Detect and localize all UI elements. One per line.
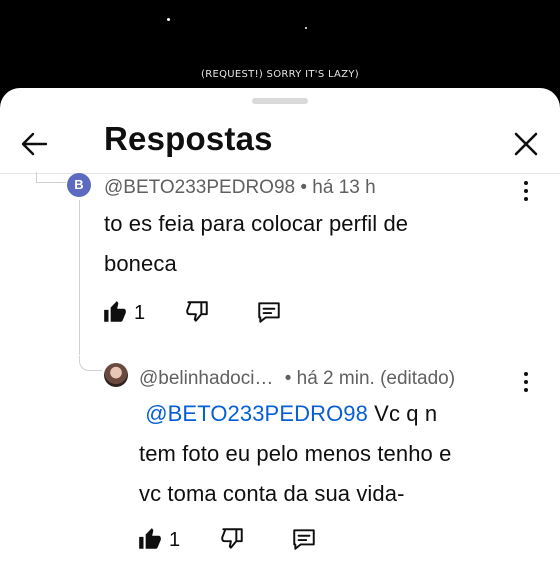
comment-text: @BETO233PEDRO98 Vc q n tem foto eu pelo … (139, 394, 539, 514)
comment-text: to es feia para colocar perfil de boneca (104, 204, 524, 284)
comment-author[interactable]: @belinhadoci… (139, 368, 273, 389)
arrow-left-icon (21, 132, 48, 156)
mention-link[interactable]: @BETO233PEDRO98 (145, 401, 368, 426)
drag-handle[interactable] (252, 98, 308, 104)
back-button[interactable] (14, 124, 54, 164)
avatar[interactable]: B (67, 173, 91, 197)
video-caption: (REQUEST!) SORRY IT'S LAZY) (201, 69, 359, 80)
comment-time: • há 13 h (300, 177, 376, 198)
thread-line (79, 200, 80, 355)
comment-time: • há 2 min. (editado) (284, 368, 456, 389)
thread-line (36, 172, 37, 182)
thumbs-up-filled-icon (104, 301, 126, 322)
thumbs-down-icon (221, 528, 243, 549)
comment-text-line: tem foto eu pelo menos tenho e (139, 441, 452, 466)
replies-header: Respostas (0, 110, 560, 172)
comment-icon (258, 302, 280, 323)
comment-text-line: @BETO233PEDRO98 Vc q n (139, 394, 539, 434)
close-button[interactable] (506, 124, 546, 164)
like-count: 1 (169, 529, 181, 551)
comment-text-line: boneca (104, 251, 177, 276)
comment-author[interactable]: @BETO233PEDRO98 (104, 177, 295, 198)
star-dot (305, 27, 307, 29)
dislike-button[interactable] (219, 526, 245, 552)
avatar[interactable] (104, 363, 128, 387)
comment-menu-button[interactable] (520, 180, 532, 202)
thread-line (36, 182, 66, 183)
star-dot (167, 18, 170, 21)
comment-meta: @BETO233PEDRO98 • há 13 h (104, 177, 376, 199)
close-icon (514, 132, 538, 156)
thumbs-down-icon (186, 301, 208, 322)
comment-icon (293, 529, 315, 550)
like-button[interactable] (102, 299, 128, 325)
panel-title: Respostas (104, 120, 273, 157)
thread-line (79, 356, 102, 371)
like-count: 1 (134, 302, 146, 324)
reply-button[interactable] (256, 299, 282, 325)
like-button[interactable] (137, 526, 163, 552)
reply-button[interactable] (291, 526, 317, 552)
comment-menu-button[interactable] (520, 371, 532, 393)
dislike-button[interactable] (184, 299, 210, 325)
comment-meta: @belinhadoci… • há 2 min. (editado) (139, 368, 455, 390)
thumbs-up-filled-icon (139, 528, 161, 549)
video-area[interactable]: (REQUEST!) SORRY IT'S LAZY) (0, 0, 560, 92)
comment-text-line: to es feia para colocar perfil de (104, 211, 409, 236)
comment-text-fragment: Vc q n (367, 401, 438, 426)
comment-text-line: vc toma conta da sua vida- (139, 481, 405, 506)
